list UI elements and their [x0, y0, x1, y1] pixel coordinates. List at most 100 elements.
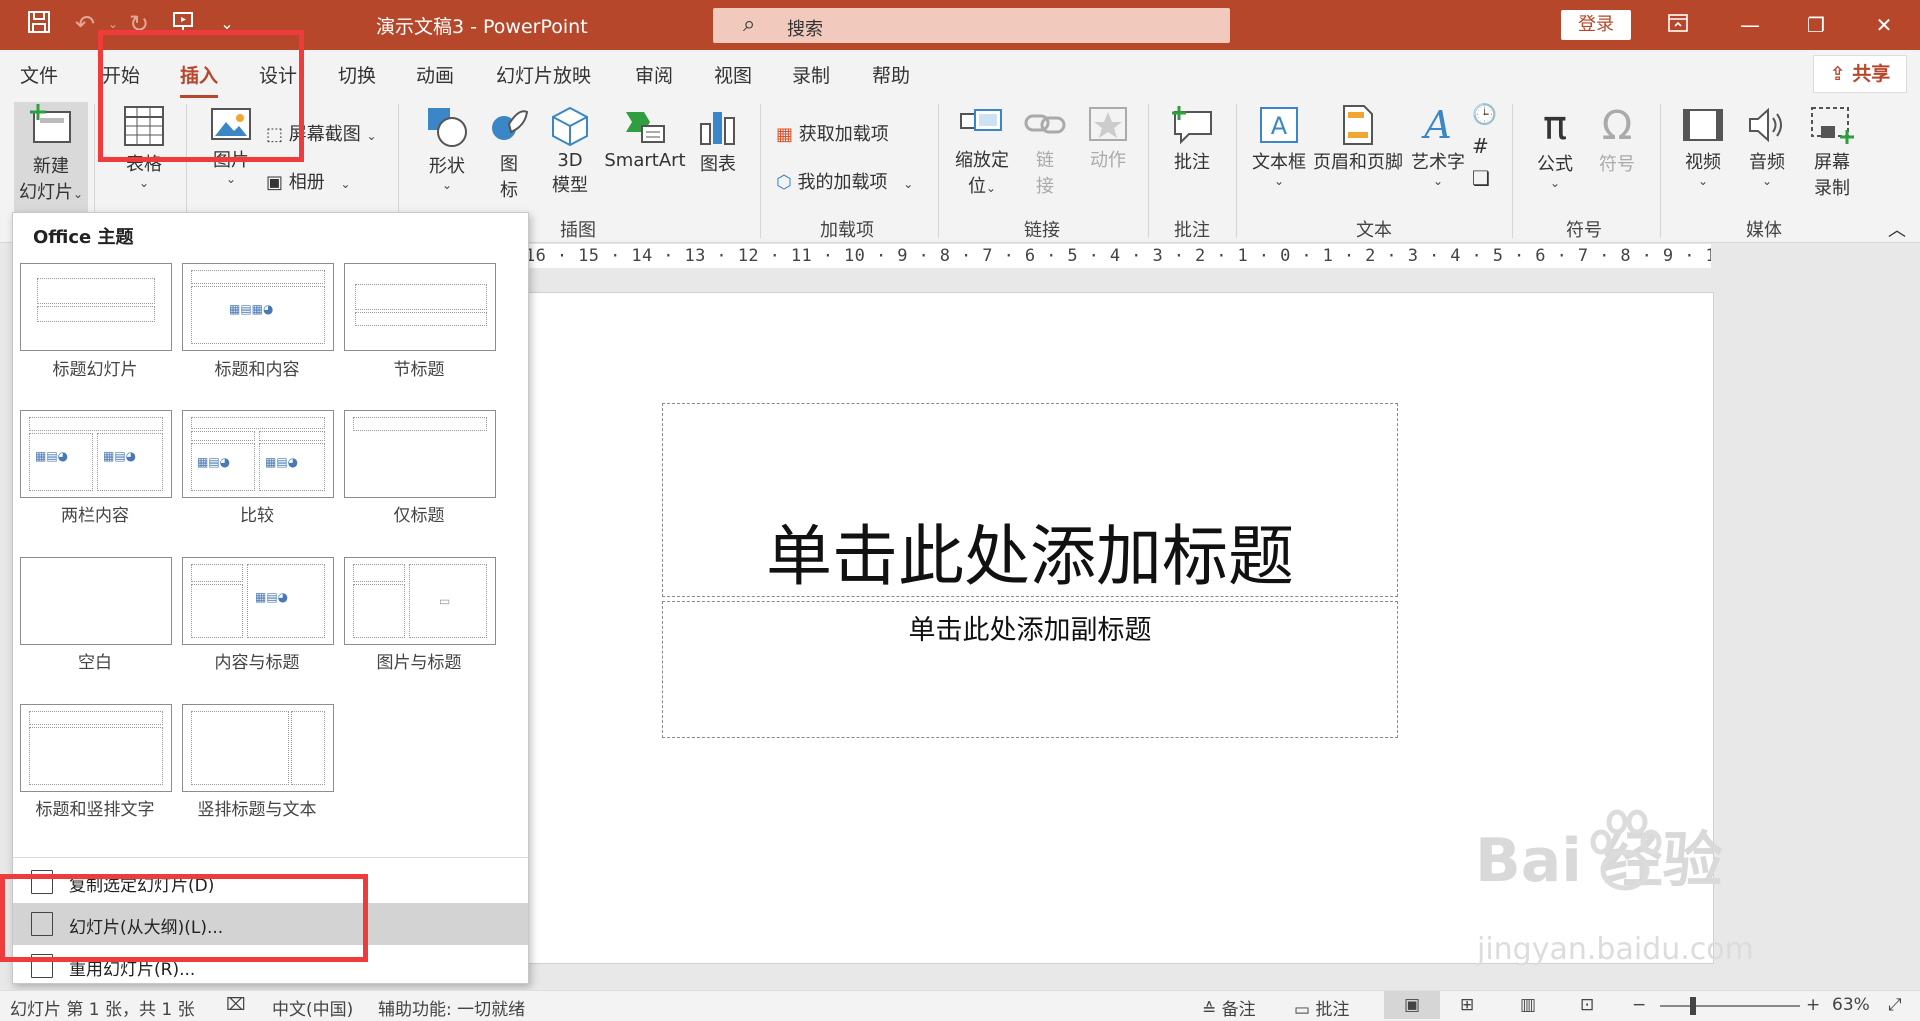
comment-button[interactable]: 批注 [1162, 104, 1222, 174]
subtitle-placeholder[interactable]: 单击此处添加副标题 [662, 601, 1398, 738]
tab-record[interactable]: 录制 [792, 61, 830, 88]
video-label: 视频 [1685, 152, 1721, 173]
header-footer-button[interactable]: 页眉和页脚 [1312, 104, 1404, 174]
tab-file[interactable]: 文件 [20, 61, 58, 88]
new-slide-button[interactable]: 新建 幻灯片⌄ [14, 102, 88, 212]
tab-help[interactable]: 帮助 [872, 61, 910, 88]
spelling-icon[interactable]: ⌧ [226, 995, 246, 1015]
screen-recording-label-2: 录制 [1814, 178, 1850, 199]
layout-title-slide[interactable] [20, 263, 172, 351]
share-button[interactable]: ⇪ 共享 [1813, 55, 1907, 93]
layout-content-caption[interactable]: ▦▤◕ [182, 557, 334, 645]
chevron-down-icon: ⌄ [366, 129, 377, 143]
layout-title-only[interactable] [344, 410, 496, 498]
group-label-comments: 批注 [1174, 220, 1210, 241]
video-button[interactable]: 视频 ⌄ [1672, 104, 1734, 188]
search-box[interactable]: ⌕ 搜索 [713, 8, 1230, 43]
login-button[interactable]: 登录 [1561, 10, 1631, 40]
comments-button[interactable]: ▭ 批注 [1294, 995, 1349, 1020]
textbox-label: 文本框 [1252, 152, 1306, 173]
baidu-watermark: Bai 经验 jingyan.baidu.com [1475, 809, 1915, 990]
layout-vertical-title-text[interactable] [182, 704, 334, 792]
get-addins-button[interactable]: ▦ 获取加载项 [776, 120, 889, 146]
album-button[interactable]: ▣ 相册 ⌄ [266, 168, 351, 194]
gallery-heading: Office 主题 [33, 227, 134, 248]
reading-view-icon[interactable]: ▥ [1520, 995, 1536, 1015]
shapes-button[interactable]: 形状 ⌄ [414, 104, 480, 192]
chevron-down-icon: ⌄ [441, 178, 453, 192]
icons-button[interactable]: 图 标 [484, 104, 534, 202]
search-input[interactable]: 搜索 [787, 15, 823, 41]
zoom-slider[interactable] [1660, 1005, 1800, 1007]
tab-slideshow[interactable]: 幻灯片放映 [496, 61, 591, 88]
icons-label-2: 标 [500, 180, 518, 201]
title-placeholder[interactable]: 单击此处添加标题 [662, 403, 1398, 597]
tab-transitions[interactable]: 切换 [338, 61, 376, 88]
audio-button[interactable]: 音频 ⌄ [1736, 104, 1798, 188]
zoom-percent[interactable]: 63% [1832, 995, 1870, 1015]
horizontal-ruler: 16 · 15 · 14 · 13 · 12 · 11 · 10 · 9 · 8… [525, 244, 1711, 268]
action-button[interactable]: 动作 [1080, 104, 1136, 172]
layout-comparison[interactable]: ▦▤◕ ▦▤◕ [182, 410, 334, 498]
textbox-button[interactable]: A 文本框 ⌄ [1248, 104, 1310, 188]
layout-label: 节标题 [393, 360, 445, 380]
symbol-button[interactable]: Ω 符号 [1588, 104, 1646, 176]
normal-view-icon[interactable]: ▣ [1384, 991, 1440, 1019]
zoom-label-1: 缩放定 [955, 150, 1009, 171]
wordart-button[interactable]: A 艺术字 ⌄ [1408, 104, 1468, 188]
minimize-icon[interactable]: — [1730, 9, 1770, 41]
video-icon [1683, 109, 1723, 141]
action-star-icon [1089, 107, 1127, 141]
language-indicator[interactable]: 中文(中国) [272, 995, 353, 1020]
screen-recording-label-1: 屏幕 [1814, 152, 1850, 173]
zoom-button[interactable]: 缩放定 位⌄ [950, 104, 1014, 198]
comments-icon: ▭ [1294, 1000, 1316, 1020]
close-icon[interactable]: ✕ [1864, 9, 1904, 41]
3d-models-button[interactable]: 3D 模型 [544, 104, 596, 197]
layout-picture-caption[interactable]: ▭ [344, 557, 496, 645]
undo-icon[interactable]: ↶ [70, 9, 100, 39]
svg-text:A: A [1271, 112, 1288, 140]
icons-icon [492, 110, 529, 140]
chevron-down-icon: ⌄ [903, 177, 914, 191]
tab-view[interactable]: 视图 [714, 61, 752, 88]
screen-recording-button[interactable]: 屏幕 录制 [1800, 104, 1864, 200]
zoom-in-icon[interactable]: + [1806, 995, 1820, 1015]
layout-title-vertical-text[interactable] [20, 704, 172, 792]
fit-to-window-icon[interactable]: ⤢ [1888, 995, 1902, 1015]
layout-two-content[interactable]: ▦▤◕ ▦▤◕ [20, 410, 172, 498]
slide-number-icon[interactable]: # [1472, 134, 1489, 158]
ribbon-display-options-icon[interactable] [1658, 9, 1698, 41]
equation-button[interactable]: π 公式 ⌄ [1526, 104, 1584, 190]
layout-label: 内容与标题 [214, 653, 300, 673]
tab-review[interactable]: 审阅 [635, 61, 673, 88]
wordart-label: 艺术字 [1411, 152, 1465, 173]
notes-icon: ≙ [1202, 1000, 1222, 1020]
my-addins-button[interactable]: ⬡ 我的加载项 ⌄ [776, 168, 913, 194]
zoom-slider-thumb[interactable] [1690, 997, 1696, 1015]
title-placeholder-text: 单击此处添加标题 [766, 518, 1294, 595]
accessibility-status[interactable]: 辅助功能: 一切就绪 [378, 995, 525, 1020]
window-title: 演示文稿3 - PowerPoint [376, 16, 588, 38]
zoom-out-icon[interactable]: − [1632, 995, 1646, 1015]
wordart-icon: A [1421, 104, 1451, 146]
object-icon[interactable]: ❏ [1472, 166, 1490, 190]
screen-record-icon [1811, 107, 1854, 144]
tab-animations[interactable]: 动画 [416, 61, 454, 88]
layout-blank[interactable] [20, 557, 172, 645]
layout-title-content[interactable]: ▦▤▦◕ [182, 263, 334, 351]
chart-button[interactable]: 图表 [692, 104, 744, 176]
notes-button[interactable]: ≙ 备注 [1202, 995, 1256, 1020]
save-icon[interactable] [24, 9, 54, 39]
restore-icon[interactable]: ❐ [1796, 9, 1836, 41]
slide-sorter-icon[interactable]: ⊞ [1460, 995, 1474, 1015]
collapse-ribbon-icon[interactable]: ︿ [1888, 216, 1906, 242]
paw-icon [1590, 809, 1662, 891]
smartart-button[interactable]: SmartArt [604, 104, 686, 171]
chevron-down-icon: ⌄ [1761, 174, 1773, 188]
layout-section-header[interactable] [344, 263, 496, 351]
date-time-icon[interactable]: 🕒 [1472, 102, 1497, 126]
slideshow-view-icon[interactable]: ⊡ [1580, 995, 1594, 1015]
subtitle-placeholder-text: 单击此处添加副标题 [908, 615, 1152, 646]
link-button[interactable]: 链 接 [1020, 104, 1070, 198]
